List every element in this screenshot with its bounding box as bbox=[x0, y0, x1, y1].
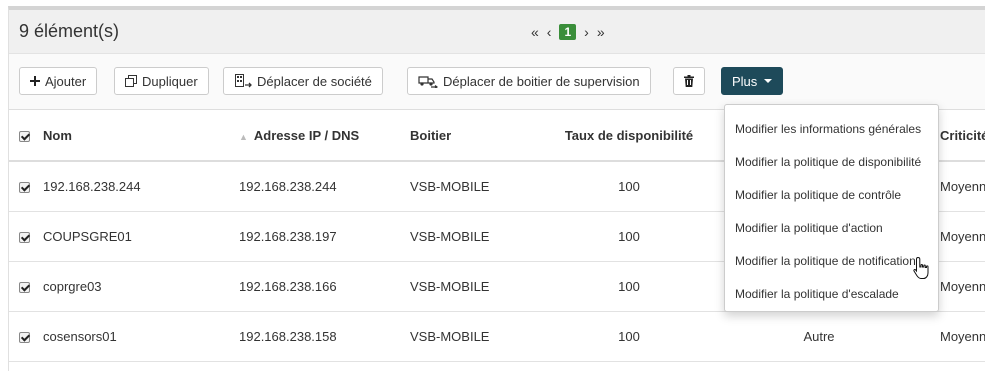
column-criticity[interactable]: Criticité bbox=[939, 111, 985, 161]
first-page-button[interactable]: « bbox=[531, 25, 539, 39]
table-row[interactable]: cosensors01 192.168.238.158 VSB-MOBILE 1… bbox=[9, 311, 985, 361]
cell-availability: 100 bbox=[618, 228, 640, 244]
menu-item-edit-action-policy[interactable]: Modifier la politique d'action bbox=[725, 212, 938, 245]
copy-icon bbox=[125, 75, 137, 87]
current-page[interactable]: 1 bbox=[559, 24, 577, 40]
list-header: 9 élément(s) « ‹ 1 › » bbox=[9, 10, 985, 54]
cell-name[interactable]: cosensors01 bbox=[33, 311, 238, 361]
duplicate-button-label: Dupliquer bbox=[142, 73, 198, 89]
cell-ip: 192.168.238.197 bbox=[239, 228, 337, 244]
cell-name[interactable]: COUPSGRE01 bbox=[33, 211, 238, 261]
cell-criticity: Moyenne bbox=[940, 178, 985, 194]
row-checkbox[interactable] bbox=[19, 181, 30, 193]
cell-criticity: Moyenne bbox=[940, 278, 985, 294]
move-company-button-label: Déplacer de société bbox=[257, 73, 372, 89]
cell-ip: 192.168.238.166 bbox=[239, 278, 337, 294]
sort-ascending-icon: ▲ bbox=[239, 132, 248, 142]
cell-availability: 100 bbox=[618, 278, 640, 294]
column-name[interactable]: Nom bbox=[33, 111, 238, 161]
cell-box: VSB-MOBILE bbox=[410, 278, 490, 294]
cell-availability: 100 bbox=[618, 328, 640, 344]
hand-cursor-icon bbox=[913, 256, 929, 279]
row-checkbox[interactable] bbox=[19, 231, 30, 243]
menu-item-edit-control-policy[interactable]: Modifier la politique de contrôle bbox=[725, 179, 938, 212]
more-dropdown-menu: Modifier les informations générales Modi… bbox=[724, 104, 939, 312]
caret-down-icon bbox=[764, 79, 773, 83]
move-company-button[interactable]: Déplacer de société bbox=[223, 67, 383, 95]
column-box[interactable]: Boitier bbox=[409, 111, 559, 161]
cell-ip: 192.168.238.158 bbox=[239, 328, 337, 344]
menu-item-edit-general-info[interactable]: Modifier les informations générales bbox=[725, 113, 938, 146]
list-panel: 9 élément(s) « ‹ 1 › » Ajouter Dupliquer bbox=[8, 6, 985, 371]
building-move-icon bbox=[234, 74, 252, 88]
plus-icon bbox=[30, 76, 40, 86]
item-count: 9 élément(s) bbox=[19, 21, 120, 41]
cell-name[interactable]: coprgre03 bbox=[33, 261, 238, 311]
cell-box: VSB-MOBILE bbox=[410, 178, 490, 194]
row-checkbox[interactable] bbox=[19, 281, 30, 293]
truck-move-icon bbox=[418, 74, 438, 88]
menu-item-edit-escalation-policy[interactable]: Modifier la politique d'escalade bbox=[725, 278, 938, 311]
cell-ip: 192.168.238.244 bbox=[239, 178, 337, 194]
cell-criticity: Moyenne bbox=[940, 228, 985, 244]
menu-item-edit-notification-policy[interactable]: Modifier la politique de notification bbox=[725, 245, 938, 278]
cell-criticity: Moyenne bbox=[940, 328, 985, 344]
cell-name[interactable]: 192.168.238.244 bbox=[33, 161, 238, 211]
cell-type: Autre bbox=[803, 328, 835, 344]
delete-button[interactable] bbox=[673, 67, 705, 95]
move-box-button[interactable]: Déplacer de boitier de supervision bbox=[407, 67, 651, 95]
menu-item-edit-availability-policy[interactable]: Modifier la politique de disponibilité bbox=[725, 146, 938, 179]
cell-box: VSB-MOBILE bbox=[410, 328, 490, 344]
more-button-label: Plus bbox=[732, 73, 758, 89]
last-page-button[interactable]: » bbox=[597, 25, 605, 39]
duplicate-button[interactable]: Dupliquer bbox=[114, 67, 209, 95]
toolbar: Ajouter Dupliquer Déplacer de société Dé… bbox=[9, 54, 985, 110]
select-all-checkbox[interactable] bbox=[19, 131, 30, 143]
more-button[interactable]: Plus bbox=[721, 67, 784, 95]
add-button-label: Ajouter bbox=[45, 73, 87, 89]
column-ip[interactable]: ▲ Adresse IP / DNS bbox=[238, 111, 409, 161]
move-box-button-label: Déplacer de boitier de supervision bbox=[443, 73, 640, 89]
prev-page-button[interactable]: ‹ bbox=[547, 25, 552, 39]
trash-icon bbox=[684, 75, 694, 87]
column-availability[interactable]: Taux de disponibilité bbox=[559, 111, 699, 161]
next-page-button[interactable]: › bbox=[584, 25, 589, 39]
row-checkbox[interactable] bbox=[19, 331, 30, 343]
add-button[interactable]: Ajouter bbox=[19, 67, 98, 95]
pagination: « ‹ 1 › » bbox=[531, 24, 605, 40]
cell-availability: 100 bbox=[618, 178, 640, 194]
cell-box: VSB-MOBILE bbox=[410, 228, 490, 244]
